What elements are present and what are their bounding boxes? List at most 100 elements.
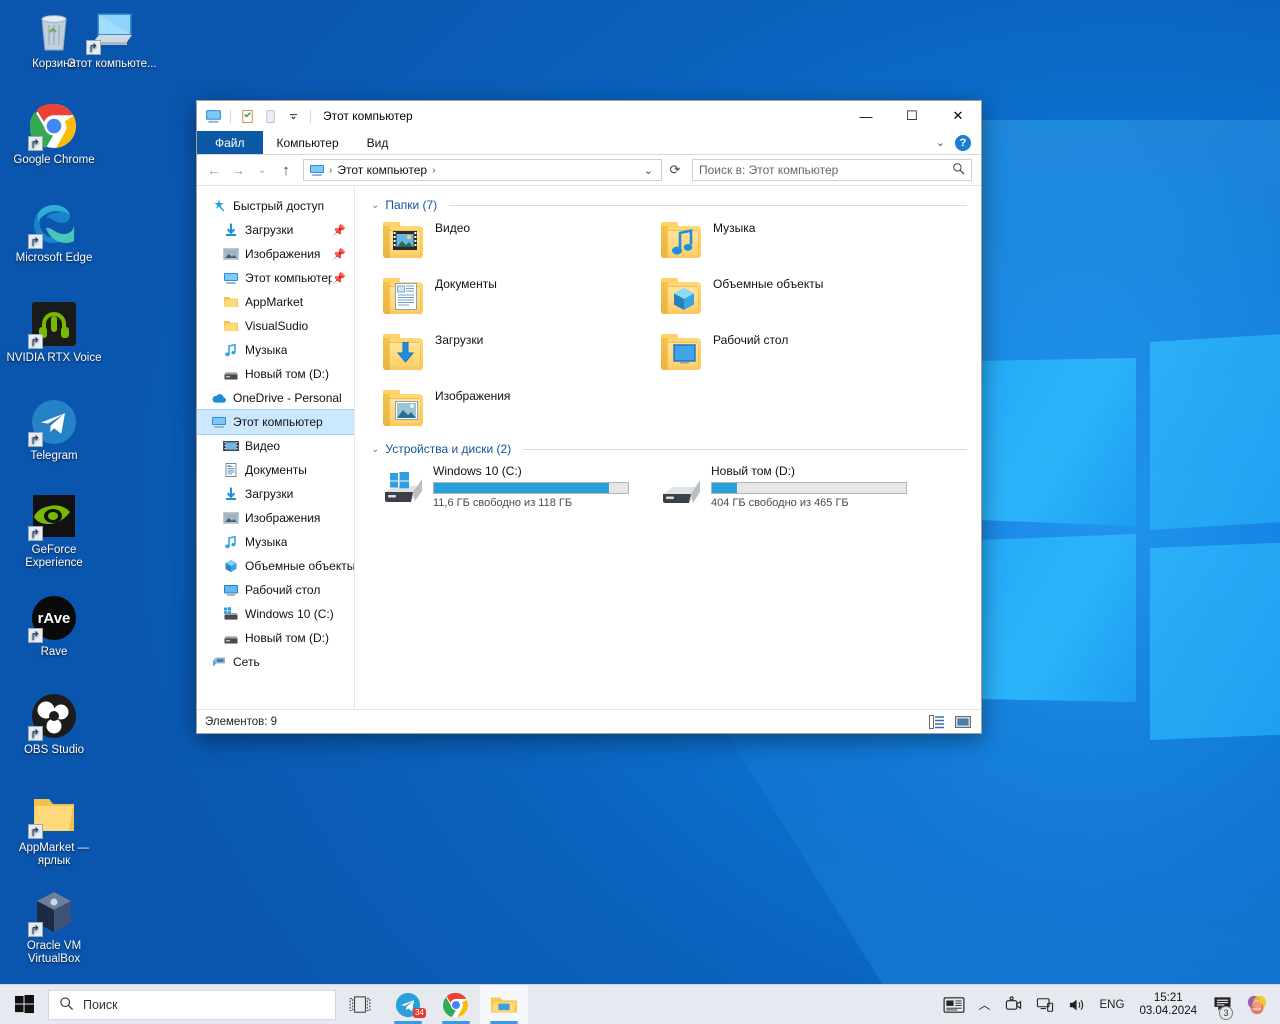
- file-explorer-taskbar-icon[interactable]: [480, 984, 528, 1024]
- drives-group-header[interactable]: ⌄ Устройства и диски (2): [371, 442, 967, 456]
- help-icon[interactable]: ?: [955, 134, 971, 151]
- view-buttons[interactable]: [927, 713, 973, 731]
- system-tray[interactable]: ︿ ENG 15:21 03.04.2024 3 rave: [936, 985, 1280, 1024]
- folder-tile[interactable]: Музыка: [657, 218, 927, 264]
- desktop-icon-telegram[interactable]: Telegram: [6, 398, 102, 463]
- folder-tile[interactable]: Документы: [379, 274, 649, 320]
- large-icons-view-icon[interactable]: [953, 713, 973, 731]
- folder-tile[interactable]: Объемные объекты: [657, 274, 927, 320]
- camera-icon[interactable]: [998, 985, 1029, 1024]
- desktop-icon-rave[interactable]: rAve Rave: [6, 594, 102, 659]
- taskbar-search-box[interactable]: Поиск: [48, 989, 336, 1020]
- navigation-bar[interactable]: ← → ⌄ ↑ › Этот компьютер › ⌄ ⟳: [197, 155, 981, 185]
- chevron-down-icon[interactable]: ⌄: [936, 136, 945, 149]
- task-view-button[interactable]: [336, 985, 384, 1024]
- sidebar-item-visualsudio[interactable]: VisualSudio: [197, 314, 354, 338]
- sidebar-item-onedrive-personal[interactable]: OneDrive - Personal: [197, 386, 354, 410]
- folder-tile[interactable]: Изображения: [379, 386, 649, 432]
- quick-access-toolbar[interactable]: [205, 108, 313, 125]
- content-pane[interactable]: ⌄ Папки (7) Видео Документы Загрузки Изобра…: [355, 186, 981, 709]
- chrome-taskbar-icon[interactable]: [432, 985, 480, 1024]
- sidebar-item-объемные-объекты[interactable]: Объемные объекты: [197, 554, 354, 578]
- taskbar[interactable]: Поиск 34 ︿ ENG 15:21 03.04.2024 3 rave: [0, 984, 1280, 1024]
- volume-icon[interactable]: [1061, 985, 1093, 1024]
- details-view-icon[interactable]: [927, 713, 947, 731]
- folder-tile[interactable]: Загрузки: [379, 330, 649, 376]
- forward-button[interactable]: →: [227, 159, 249, 181]
- sidebar-item-быстрый-доступ[interactable]: Быстрый доступ: [197, 194, 354, 218]
- file-explorer-window[interactable]: Этот компьютер — ☐ ✕ Файл Компьютер Вид …: [196, 100, 982, 734]
- drive-tile[interactable]: Новый том (D:) 404 ГБ свободно из 465 ГБ: [657, 462, 927, 512]
- sidebar-item-музыка[interactable]: Музыка: [197, 338, 354, 362]
- up-button[interactable]: ↑: [275, 159, 297, 181]
- properties-icon[interactable]: [239, 108, 256, 125]
- this-pc-icon[interactable]: [205, 108, 222, 125]
- folder-tile[interactable]: Рабочий стол: [657, 330, 927, 376]
- ribbon-tab-bar[interactable]: Файл Компьютер Вид ⌄ ?: [197, 131, 981, 155]
- sidebar-item-рабочий-стол[interactable]: Рабочий стол: [197, 578, 354, 602]
- sidebar-item-загрузки[interactable]: Загрузки: [197, 482, 354, 506]
- desktop-icon-edge[interactable]: Microsoft Edge: [6, 200, 102, 265]
- sidebar-item-этот-компьютер[interactable]: Этот компьютер: [197, 409, 354, 435]
- chevron-down-icon[interactable]: ⌄: [371, 444, 379, 455]
- chevron-down-icon[interactable]: [285, 108, 302, 125]
- desktop-icon-obs-studio[interactable]: OBS Studio: [6, 692, 102, 757]
- address-bar[interactable]: › Этот компьютер › ⌄: [303, 159, 662, 181]
- desktop-icon-nvidia-rtx-voice[interactable]: NVIDIA RTX Voice: [6, 300, 102, 365]
- desktop-icon-geforce-experience[interactable]: GeForce Experience: [6, 492, 102, 570]
- window-controls[interactable]: — ☐ ✕: [843, 101, 981, 131]
- folder-tile-grid[interactable]: Видео Документы Загрузки Изображения Музыка О…: [379, 218, 967, 432]
- desktop-icon-chrome[interactable]: Google Chrome: [6, 102, 102, 167]
- rave-tray-icon[interactable]: rave: [1239, 985, 1280, 1024]
- back-button[interactable]: ←: [203, 159, 225, 181]
- sidebar-item-новый-том-d-[interactable]: Новый том (D:): [197, 626, 354, 650]
- breadcrumb-separator-1[interactable]: ›: [430, 165, 437, 176]
- notifications-icon[interactable]: 3: [1205, 985, 1239, 1024]
- desktop-icon-this-pc[interactable]: Этот компьюте...: [64, 6, 160, 71]
- sidebar-item-загрузки[interactable]: Загрузки 📌: [197, 218, 354, 242]
- start-button[interactable]: [0, 985, 48, 1024]
- breadcrumb-this-pc[interactable]: Этот компьютер: [334, 163, 430, 177]
- sidebar-item-этот-компьютер[interactable]: Этот компьютер 📌: [197, 266, 354, 290]
- sidebar-item-видео[interactable]: Видео: [197, 434, 354, 458]
- navigation-pane[interactable]: Быстрый доступ Загрузки 📌 Изображения 📌 Этот …: [197, 186, 355, 709]
- sidebar-item-windows-10-c-[interactable]: Windows 10 (C:): [197, 602, 354, 626]
- search-input[interactable]: [699, 163, 952, 177]
- ribbon-right-controls[interactable]: ⌄ ?: [936, 131, 981, 154]
- sidebar-item-сеть[interactable]: Сеть: [197, 650, 354, 674]
- sidebar-item-новый-том-d-[interactable]: Новый том (D:): [197, 362, 354, 386]
- recent-locations-button[interactable]: ⌄: [251, 159, 273, 181]
- address-dropdown-icon[interactable]: ⌄: [638, 164, 659, 177]
- drive-tile[interactable]: Windows 10 (C:) 11,6 ГБ свободно из 118 Г…: [379, 462, 649, 512]
- clock[interactable]: 15:21 03.04.2024: [1131, 992, 1205, 1018]
- new-folder-icon[interactable]: [262, 108, 279, 125]
- tab-computer[interactable]: Компьютер: [263, 131, 353, 154]
- desktop-icon-folder[interactable]: AppMarket — ярлык: [6, 790, 102, 868]
- language-indicator[interactable]: ENG: [1093, 985, 1132, 1024]
- refresh-button[interactable]: ⟳: [664, 159, 686, 181]
- sidebar-item-изображения[interactable]: Изображения 📌: [197, 242, 354, 266]
- maximize-button[interactable]: ☐: [889, 101, 935, 131]
- search-icon[interactable]: [952, 162, 965, 178]
- pin-icon[interactable]: 📌: [332, 272, 346, 285]
- chevron-down-icon[interactable]: ⌄: [371, 200, 379, 211]
- show-hidden-icons-icon[interactable]: ︿: [972, 985, 998, 1024]
- sidebar-item-музыка[interactable]: Музыка: [197, 530, 354, 554]
- desktop-icon-virtualbox[interactable]: Oracle VM VirtualBox: [6, 888, 102, 966]
- window-titlebar[interactable]: Этот компьютер — ☐ ✕: [197, 101, 981, 131]
- sidebar-item-изображения[interactable]: Изображения: [197, 506, 354, 530]
- news-and-interests-icon[interactable]: [936, 985, 972, 1024]
- pin-icon[interactable]: 📌: [332, 248, 346, 261]
- breadcrumb-separator-0[interactable]: ›: [327, 165, 334, 176]
- drive-tile-grid[interactable]: Windows 10 (C:) 11,6 ГБ свободно из 118 Г…: [379, 462, 967, 512]
- telegram-taskbar-icon[interactable]: 34: [384, 985, 432, 1024]
- minimize-button[interactable]: —: [843, 101, 889, 131]
- folders-group-header[interactable]: ⌄ Папки (7): [371, 198, 967, 212]
- folder-tile[interactable]: Видео: [379, 218, 649, 264]
- sidebar-item-документы[interactable]: Документы: [197, 458, 354, 482]
- sidebar-item-appmarket[interactable]: AppMarket: [197, 290, 354, 314]
- pin-icon[interactable]: 📌: [332, 224, 346, 237]
- network-icon[interactable]: [1029, 985, 1061, 1024]
- close-button[interactable]: ✕: [935, 101, 981, 131]
- tab-view[interactable]: Вид: [353, 131, 403, 154]
